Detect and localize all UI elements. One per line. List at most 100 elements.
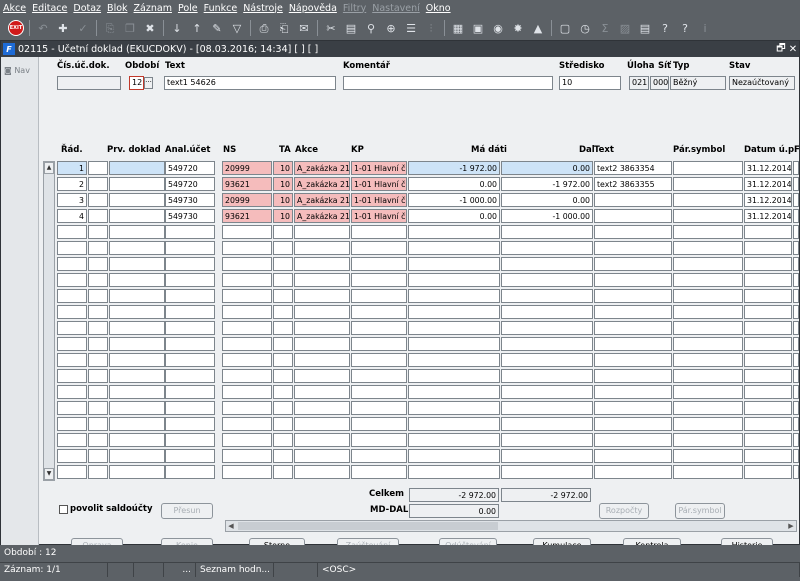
grid-cell-mada[interactable] — [408, 305, 500, 319]
grid-cell-dal[interactable]: 0.00 — [501, 193, 593, 207]
grid-cell-rad[interactable] — [57, 401, 87, 415]
grid-cell-par[interactable] — [673, 257, 743, 271]
scroll-left-icon[interactable]: ◀ — [226, 521, 236, 531]
menu-item[interactable]: Filtry — [340, 3, 369, 14]
grid-cell-akce[interactable] — [294, 353, 350, 367]
grid-cell-kp[interactable] — [351, 449, 407, 463]
grid-cell-datum[interactable]: 31.12.2014 — [744, 193, 792, 207]
grid-cell-text[interactable] — [594, 225, 672, 239]
grid-cell-par[interactable] — [673, 289, 743, 303]
menu-item[interactable]: Okno — [423, 3, 454, 14]
grid-cell-ns[interactable] — [222, 257, 272, 271]
zoom-icon[interactable]: ⊕ — [383, 20, 399, 36]
grid-cell-ns[interactable] — [222, 433, 272, 447]
grid-cell-ns[interactable] — [222, 225, 272, 239]
grid-cell-mada[interactable] — [408, 289, 500, 303]
par-symbol-button[interactable]: Pár.symbol — [675, 503, 725, 519]
grid-cell-text[interactable] — [594, 273, 672, 287]
grid-cell-prv[interactable] — [88, 449, 108, 463]
grid-cell-par[interactable] — [673, 241, 743, 255]
grid-cell-ta[interactable]: 10 — [273, 209, 293, 223]
grid-cell-extra[interactable] — [793, 369, 799, 383]
grid-cell-datum[interactable] — [744, 225, 792, 239]
grid-cell-rad[interactable]: 3 — [57, 193, 87, 207]
grid-cell-akce[interactable] — [294, 433, 350, 447]
grid-cell-datum[interactable] — [744, 321, 792, 335]
edit-icon[interactable]: ✎ — [209, 20, 225, 36]
grid-cell-kp[interactable]: 1-01 Hlavní či — [351, 209, 407, 223]
grid-cell-kp[interactable] — [351, 353, 407, 367]
grid-cell-text[interactable] — [594, 241, 672, 255]
grid-cell-rad[interactable]: 2 — [57, 177, 87, 191]
grid-cell-ta[interactable] — [273, 305, 293, 319]
grid-cell-par[interactable] — [673, 369, 743, 383]
grid-cell-anal[interactable] — [165, 289, 215, 303]
sort-desc-icon[interactable]: ↑ — [189, 20, 205, 36]
obdobi-field[interactable]: 12 — [129, 76, 144, 90]
grid-cell-mada[interactable] — [408, 225, 500, 239]
grid-cell-mada[interactable] — [408, 385, 500, 399]
grid-cell-ta[interactable] — [273, 385, 293, 399]
grid-cell-par[interactable] — [673, 177, 743, 191]
grid-cell-datum[interactable]: 31.12.2014 — [744, 177, 792, 191]
restore-window-icon[interactable]: 🗗 — [775, 41, 787, 58]
menu-item[interactable]: Akce — [0, 3, 29, 14]
grid-cell-mada[interactable]: -1 972.00 — [408, 161, 500, 175]
grid-cell-dal[interactable] — [501, 241, 593, 255]
grid-cell-ta[interactable] — [273, 433, 293, 447]
grid-cell-rad[interactable] — [57, 465, 87, 479]
star-icon[interactable]: ✸ — [510, 20, 526, 36]
grid-cell-kp[interactable] — [351, 257, 407, 271]
sit-field[interactable]: 000 — [650, 76, 669, 90]
menu-item[interactable]: Editace — [29, 3, 70, 14]
grid-cell-par[interactable] — [673, 465, 743, 479]
grid-cell-prv2[interactable] — [109, 257, 165, 271]
grid-cell-prv2[interactable] — [109, 209, 165, 223]
delete-record-icon[interactable]: ✖ — [142, 20, 158, 36]
grid-cell-ta[interactable]: 10 — [273, 177, 293, 191]
grid-cell-dal[interactable] — [501, 257, 593, 271]
horizontal-scroll-thumb[interactable] — [238, 522, 498, 530]
nav-button[interactable]: ◙ Nav — [4, 66, 30, 75]
grid-cell-akce[interactable] — [294, 273, 350, 287]
grid-cell-datum[interactable] — [744, 305, 792, 319]
grid-cell-prv[interactable] — [88, 369, 108, 383]
grid-cell-par[interactable] — [673, 337, 743, 351]
grid-cell-extra[interactable] — [793, 161, 799, 175]
grid-cell-mada[interactable] — [408, 465, 500, 479]
grid-cell-rad[interactable] — [57, 273, 87, 287]
grid-cell-anal[interactable]: 549730 — [165, 209, 215, 223]
grid-cell-prv[interactable] — [88, 177, 108, 191]
grid-cell-extra[interactable] — [793, 321, 799, 335]
grid-cell-ns[interactable] — [222, 401, 272, 415]
grid-cell-par[interactable] — [673, 417, 743, 431]
grid-cell-rad[interactable] — [57, 225, 87, 239]
grid-cell-extra[interactable] — [793, 289, 799, 303]
grid-cell-mada[interactable] — [408, 433, 500, 447]
scroll-right-icon[interactable]: ▶ — [786, 521, 796, 531]
grid-cell-mada[interactable] — [408, 369, 500, 383]
grid-cell-datum[interactable] — [744, 289, 792, 303]
exit-icon[interactable]: EXIT — [8, 20, 24, 36]
grid-cell-text[interactable] — [594, 385, 672, 399]
stredisko-field[interactable]: 10 — [559, 76, 621, 90]
grid-cell-par[interactable] — [673, 449, 743, 463]
grid-cell-extra[interactable] — [793, 305, 799, 319]
grid-cell-prv[interactable] — [88, 225, 108, 239]
grid-cell-text[interactable] — [594, 305, 672, 319]
grid-cell-kp[interactable] — [351, 273, 407, 287]
cis-field[interactable] — [57, 76, 121, 90]
grid-cell-dal[interactable] — [501, 433, 593, 447]
grid-cell-extra[interactable] — [793, 417, 799, 431]
grid-cell-akce[interactable]: A_zakázka 21 — [294, 177, 350, 191]
grid-cell-ns[interactable]: 20999 — [222, 161, 272, 175]
grid-cell-datum[interactable]: 31.12.2014 — [744, 209, 792, 223]
grid-cell-anal[interactable] — [165, 465, 215, 479]
menu-item[interactable]: Nástroje — [240, 3, 286, 14]
grid-cell-dal[interactable] — [501, 465, 593, 479]
grid-cell-prv[interactable] — [88, 385, 108, 399]
grid-cell-datum[interactable] — [744, 241, 792, 255]
grid-cell-text[interactable] — [594, 369, 672, 383]
grid-cell-akce[interactable] — [294, 369, 350, 383]
grid-cell-prv2[interactable] — [109, 241, 165, 255]
